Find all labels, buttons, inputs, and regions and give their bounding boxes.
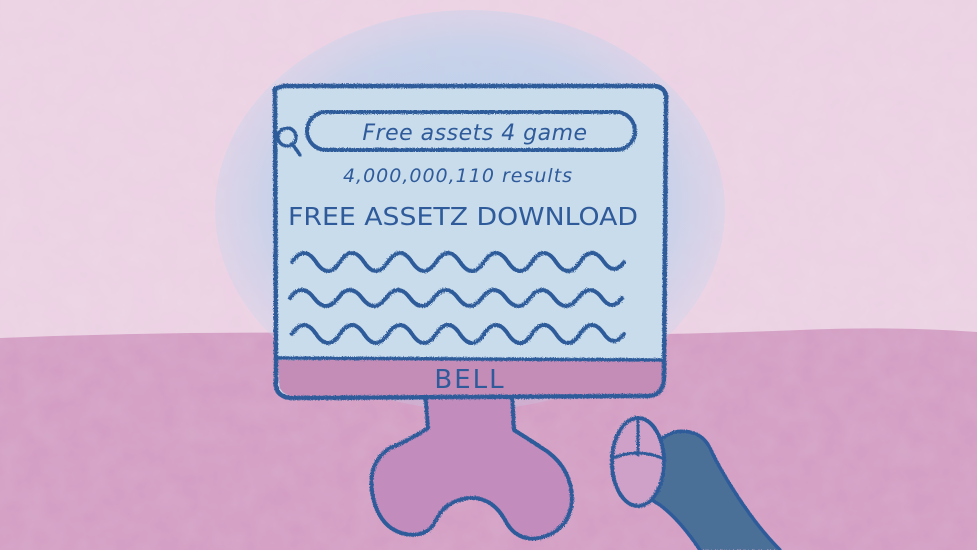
monitor-brand-label: BELL <box>434 365 505 395</box>
result-title-link[interactable]: FREE ASSETZ DOWNLOAD <box>288 202 638 231</box>
illustration: Free assets 4 game 4,000,000,110 results… <box>0 0 977 550</box>
search-input[interactable]: Free assets 4 game <box>362 121 587 146</box>
results-count: 4,000,000,110 results <box>343 165 573 187</box>
mouse-icon[interactable] <box>610 416 666 508</box>
